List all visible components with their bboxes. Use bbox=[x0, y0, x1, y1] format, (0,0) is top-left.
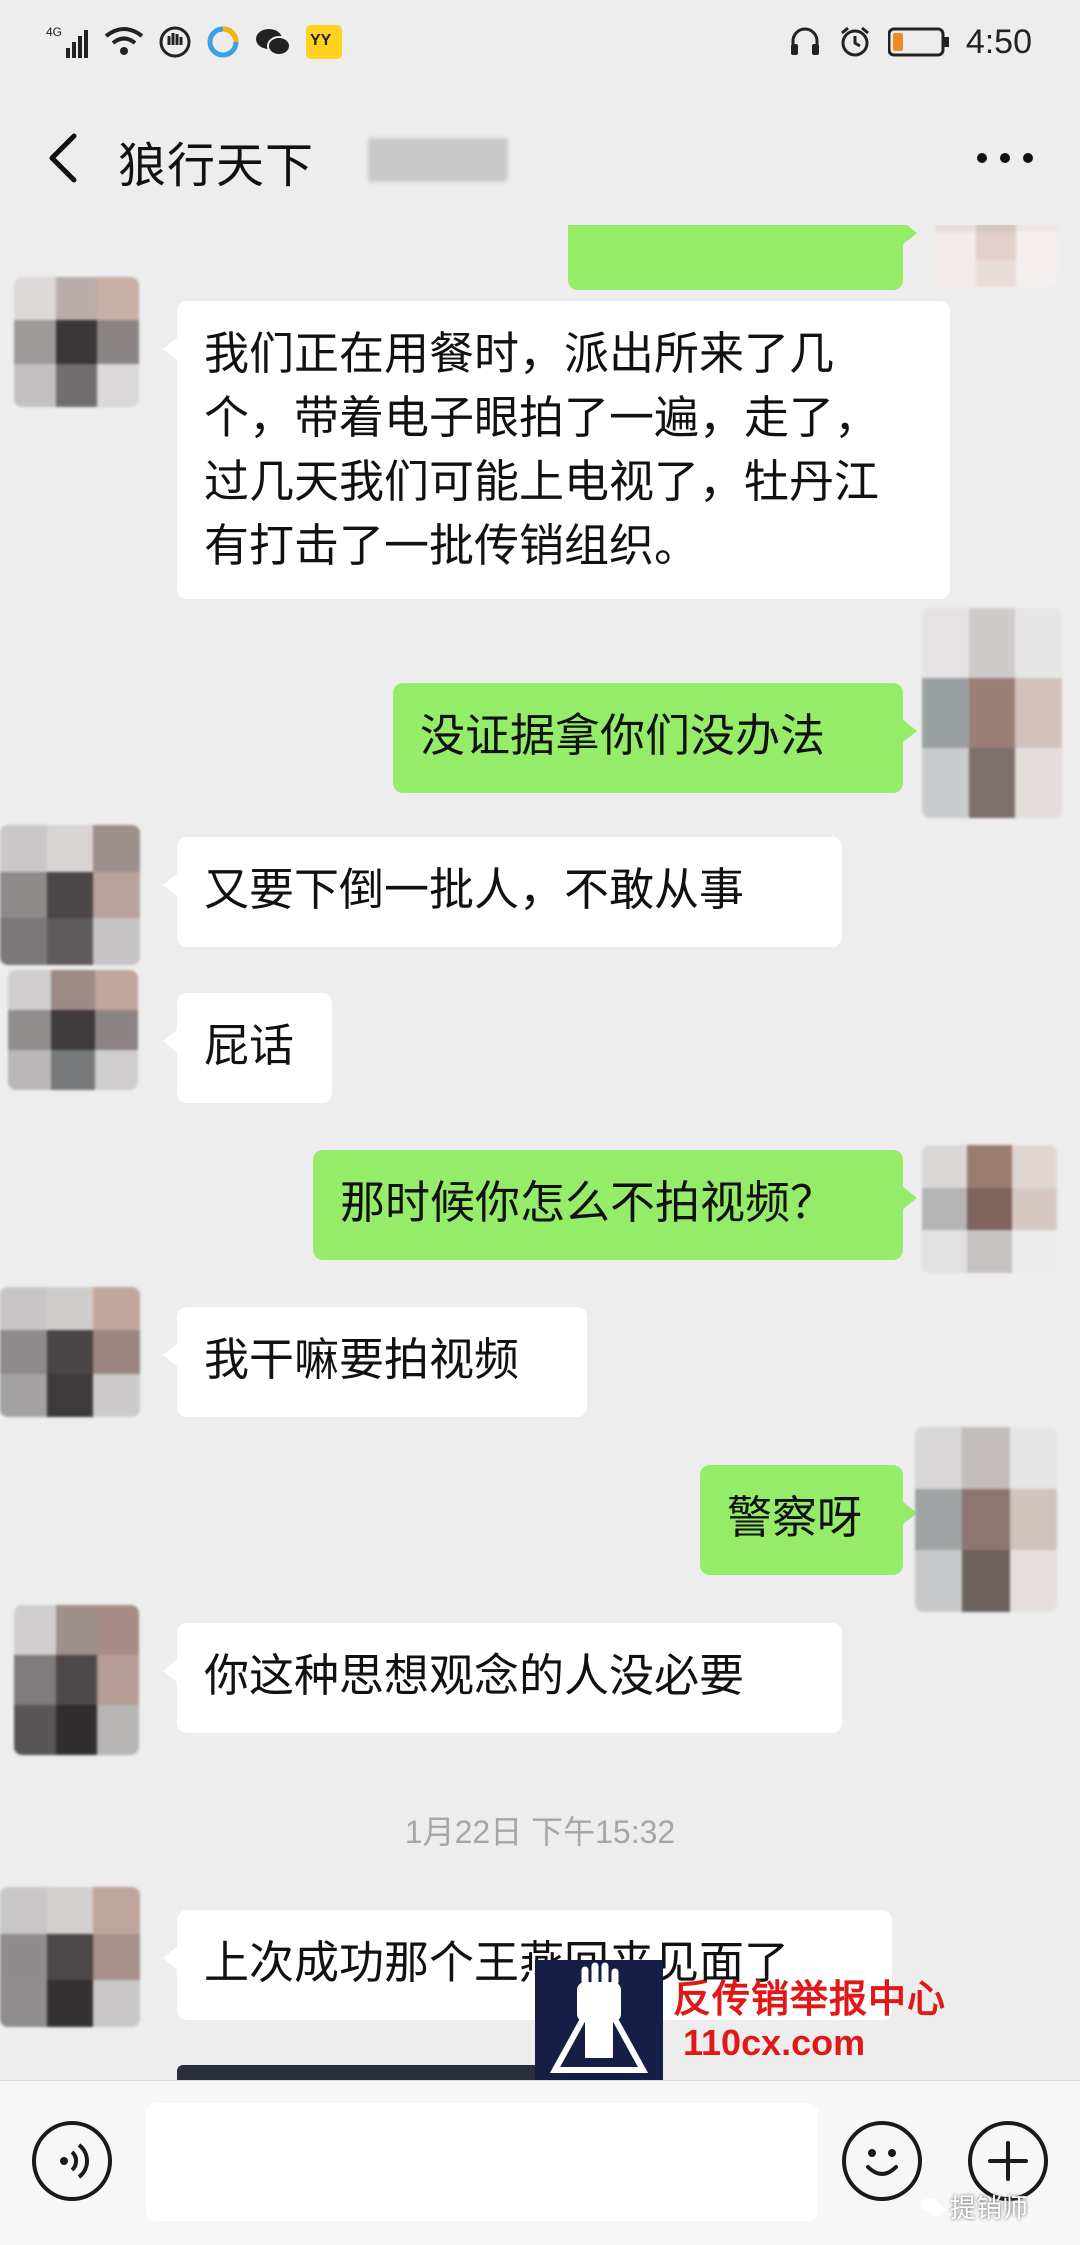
message-input[interactable] bbox=[146, 2103, 818, 2221]
watermark-url: 110cx.com bbox=[683, 2022, 866, 2063]
chat-message-list[interactable]: 我们正在用餐时，派出所来了几个，带着电子眼拍了一遍，走了，过几天我们可能上电视了… bbox=[0, 225, 1080, 2080]
wechat-watermark-icon bbox=[921, 2197, 945, 2216]
voice-icon bbox=[60, 2143, 89, 2179]
voice-button[interactable] bbox=[32, 2121, 112, 2201]
avatar-contact[interactable] bbox=[8, 970, 138, 1090]
chat-title: 狼行天下 bbox=[118, 138, 315, 194]
chat-header: 狼行天下 bbox=[0, 90, 1080, 225]
message-bubble-outgoing[interactable]: 警察呀 bbox=[700, 1465, 917, 1575]
battery-icon bbox=[887, 22, 950, 62]
more-dots-icon bbox=[977, 153, 1033, 163]
avatar-self[interactable] bbox=[935, 225, 1057, 287]
hand-icon bbox=[158, 22, 192, 62]
network-label: 4G bbox=[46, 25, 62, 39]
message-bubble-outgoing[interactable]: 没证据拿你们没办法 bbox=[393, 683, 917, 793]
message-text: 警察呀 bbox=[727, 1491, 863, 1544]
message-text: 我干嘛要拍视频 bbox=[204, 1333, 520, 1386]
status-left: 4G YY bbox=[46, 20, 342, 64]
message-bubble-incoming[interactable]: 你这种思想观念的人没必要 bbox=[163, 1623, 842, 1733]
more-button[interactable] bbox=[970, 135, 1040, 181]
clock-time: 4:50 bbox=[965, 22, 1032, 61]
message-bubble-outgoing[interactable]: 那时候你怎么不拍视频？ bbox=[313, 1150, 917, 1260]
avatar-self[interactable] bbox=[915, 1427, 1057, 1612]
watermark: 反传销举报中心 110cx.com bbox=[535, 1960, 1005, 2080]
avatar-contact[interactable] bbox=[14, 277, 139, 407]
avatar-contact[interactable] bbox=[0, 825, 140, 965]
message-text: 又要下倒一批人，不敢从事 bbox=[204, 863, 745, 916]
message-text: 我们正在用餐时，派出所来了几个，带着电子眼拍了一遍，走了，过几天我们可能上电视了… bbox=[204, 327, 880, 572]
chevron-left-icon bbox=[49, 133, 77, 183]
status-bar: 4G YY 4:50 bbox=[0, 0, 1080, 90]
emoji-icon bbox=[866, 2149, 898, 2176]
message-bubble-partial bbox=[568, 225, 917, 290]
message-bubble-incoming[interactable]: 我干嘛要拍视频 bbox=[163, 1307, 587, 1417]
avatar-contact[interactable] bbox=[0, 1287, 140, 1417]
avatar-self[interactable] bbox=[922, 1145, 1057, 1273]
alarm-icon bbox=[838, 22, 872, 62]
plus-icon bbox=[988, 2141, 1028, 2181]
avatar-contact[interactable] bbox=[14, 1605, 139, 1755]
chat-timestamp: 1月22日 下午15:32 bbox=[404, 1814, 676, 1850]
signal-icon: 4G bbox=[46, 22, 90, 62]
yy-app-icon: YY bbox=[306, 22, 342, 62]
yy-badge-text: YY bbox=[310, 32, 332, 49]
wifi-icon bbox=[104, 22, 144, 62]
message-bubble-incoming[interactable]: 我们正在用餐时，派出所来了几个，带着电子眼拍了一遍，走了，过几天我们可能上电视了… bbox=[163, 301, 950, 599]
message-text: 那时候你怎么不拍视频？ bbox=[340, 1176, 836, 1229]
back-button[interactable] bbox=[40, 128, 90, 188]
emoji-button[interactable] bbox=[842, 2121, 922, 2201]
message-bubble-incoming[interactable]: 又要下倒一批人，不敢从事 bbox=[163, 837, 842, 947]
fist-logo-icon bbox=[535, 1960, 663, 2080]
avatar-self[interactable] bbox=[922, 608, 1062, 818]
watermark-title: 反传销举报中心 bbox=[673, 1977, 947, 2021]
account-name: 提销师 bbox=[950, 2194, 1029, 2224]
message-text: 屁话 bbox=[204, 1019, 295, 1072]
message-text: 没证据拿你们没办法 bbox=[420, 709, 826, 762]
headset-icon bbox=[788, 22, 822, 62]
redacted-name bbox=[368, 138, 508, 182]
account-watermark: 提销师 bbox=[920, 2188, 1028, 2225]
status-right: 4:50 bbox=[788, 20, 1032, 64]
message-text: 你这种思想观念的人没必要 bbox=[204, 1649, 745, 1702]
app-circle-icon bbox=[206, 22, 240, 62]
input-bar bbox=[0, 2080, 1080, 2245]
avatar-contact[interactable] bbox=[0, 1887, 140, 2027]
message-bubble-partial bbox=[177, 2065, 577, 2080]
message-bubble-incoming[interactable]: 屁话 bbox=[163, 993, 332, 1103]
wechat-icon bbox=[254, 22, 292, 62]
